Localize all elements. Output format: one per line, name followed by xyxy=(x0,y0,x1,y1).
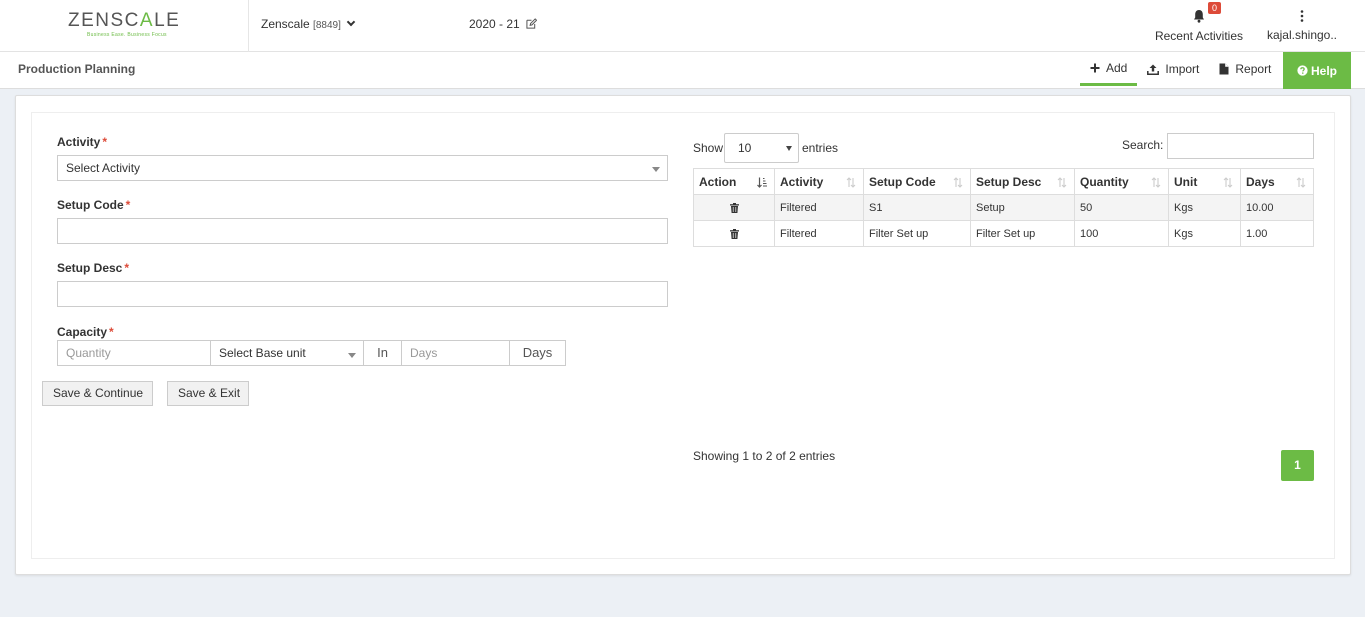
activity-label: Activity * xyxy=(57,135,108,149)
plus-icon xyxy=(1090,63,1100,72)
file-icon xyxy=(1219,63,1229,75)
table-info: Showing 1 to 2 of 2 entries xyxy=(693,449,836,463)
caret-down-icon xyxy=(348,353,356,358)
caret-down-icon xyxy=(786,146,792,151)
help-button[interactable]: Help xyxy=(1283,52,1351,89)
cell-days: 10.00 xyxy=(1240,194,1314,221)
cell-quantity: 50 xyxy=(1074,194,1169,221)
entries-label: entries xyxy=(802,141,839,155)
base-unit-select[interactable]: Select Base unit xyxy=(210,340,364,366)
brand-name: ZENSCALE xyxy=(68,10,181,31)
cell-setup-code: Filter Set up xyxy=(863,220,971,247)
top-header: ZENSCALE Business Ease. Business Focus Z… xyxy=(0,0,1365,52)
fiscal-year-label: 2020 - 21 xyxy=(469,17,520,31)
setup-desc-label: Setup Desc * xyxy=(57,261,130,275)
trash-icon[interactable] xyxy=(729,228,739,239)
column-header-activity[interactable]: Activity xyxy=(774,168,864,195)
table-row: Filtered S1 Setup 50 Kgs 10.00 xyxy=(693,194,1314,221)
import-button[interactable]: Import xyxy=(1137,52,1209,86)
cell-setup-desc: Setup xyxy=(970,194,1075,221)
add-button[interactable]: Add xyxy=(1080,52,1138,86)
recent-activities-button[interactable]: Recent Activities xyxy=(1148,4,1250,43)
report-button[interactable]: Report xyxy=(1209,52,1281,86)
column-header-quantity[interactable]: Quantity xyxy=(1074,168,1169,195)
column-header-unit[interactable]: Unit xyxy=(1168,168,1241,195)
cell-activity: Filtered xyxy=(774,220,864,247)
setup-desc-input[interactable] xyxy=(57,281,668,307)
report-label: Report xyxy=(1235,62,1272,76)
recent-activities-label: Recent Activities xyxy=(1154,29,1244,43)
import-label: Import xyxy=(1165,62,1200,76)
page-title: Production Planning xyxy=(18,62,136,76)
in-addon: In xyxy=(363,340,402,366)
row-action-cell xyxy=(693,194,775,221)
sort-icon xyxy=(846,177,856,188)
setup-table: Action Activity Setup Code Setup Desc Qu… xyxy=(693,168,1314,247)
sort-icon xyxy=(1057,177,1067,188)
column-header-setup-code[interactable]: Setup Code xyxy=(863,168,971,195)
user-name: kajal.shingo.. xyxy=(1266,28,1338,42)
required-mark: * xyxy=(109,325,114,339)
cell-unit: Kgs xyxy=(1168,220,1241,247)
question-circle-icon xyxy=(1297,65,1308,76)
page-toolbar: Production Planning Add Import Report He… xyxy=(0,52,1365,89)
help-label: Help xyxy=(1310,63,1337,78)
table-header-row: Action Activity Setup Code Setup Desc Qu… xyxy=(693,168,1314,195)
days-input[interactable]: Days xyxy=(401,340,510,366)
user-menu[interactable]: kajal.shingo.. xyxy=(1262,4,1342,42)
column-header-days[interactable]: Days xyxy=(1240,168,1314,195)
setup-code-label: Setup Code * xyxy=(57,198,131,212)
brand-tagline: Business Ease. Business Focus xyxy=(87,32,167,38)
save-continue-button[interactable]: Save & Continue xyxy=(42,381,153,406)
required-mark: * xyxy=(124,261,130,275)
main-panel: Activity * Select Activity Setup Code * Se… xyxy=(15,95,1351,575)
sort-icon xyxy=(953,177,963,188)
search-label: Search: xyxy=(1122,138,1164,152)
column-header-setup-desc[interactable]: Setup Desc xyxy=(970,168,1075,195)
sort-asc-icon xyxy=(757,177,767,188)
cell-days: 1.00 xyxy=(1240,220,1314,247)
activity-select[interactable]: Select Activity xyxy=(57,155,668,181)
cell-quantity: 100 xyxy=(1074,220,1169,247)
pagination-page-1[interactable]: 1 xyxy=(1281,450,1314,481)
show-label: Show xyxy=(693,141,724,155)
required-mark: * xyxy=(125,198,131,212)
notification-badge: 0 xyxy=(1208,2,1221,14)
trash-icon[interactable] xyxy=(729,202,739,213)
add-label: Add xyxy=(1106,60,1128,75)
required-mark: * xyxy=(102,135,108,149)
toolbar-actions: Add Import Report xyxy=(1080,52,1281,89)
company-switcher[interactable]: Zenscale [8849] xyxy=(261,17,356,31)
quantity-input[interactable]: Quantity xyxy=(57,340,211,366)
kebab-menu-icon xyxy=(1300,10,1304,22)
days-addon: Days xyxy=(509,340,566,366)
table-row: Filtered Filter Set up Filter Set up 100… xyxy=(693,220,1314,247)
cell-unit: Kgs xyxy=(1168,194,1241,221)
capacity-label: Capacity * xyxy=(57,325,114,339)
search-input[interactable] xyxy=(1167,133,1314,159)
setup-code-input[interactable] xyxy=(57,218,668,244)
save-exit-button[interactable]: Save & Exit xyxy=(167,381,249,406)
edit-icon[interactable] xyxy=(526,18,538,29)
fiscal-year[interactable]: 2020 - 21 xyxy=(469,17,538,31)
cell-setup-desc: Filter Set up xyxy=(970,220,1075,247)
bell-icon xyxy=(1194,10,1204,23)
company-code: [8849] xyxy=(313,20,341,31)
caret-down-icon xyxy=(652,167,660,172)
chevron-down-icon xyxy=(346,17,356,27)
sort-icon xyxy=(1151,177,1161,188)
upload-icon xyxy=(1147,64,1160,75)
sort-icon xyxy=(1223,177,1233,188)
sort-icon xyxy=(1296,177,1306,188)
brand-logo[interactable]: ZENSCALE Business Ease. Business Focus xyxy=(68,10,181,39)
row-action-cell xyxy=(693,220,775,247)
cell-setup-code: S1 xyxy=(863,194,971,221)
cell-activity: Filtered xyxy=(774,194,864,221)
company-name: Zenscale xyxy=(261,17,310,31)
column-header-action[interactable]: Action xyxy=(693,168,775,195)
page-length-select[interactable]: 10 xyxy=(724,133,799,163)
header-divider xyxy=(248,0,249,52)
